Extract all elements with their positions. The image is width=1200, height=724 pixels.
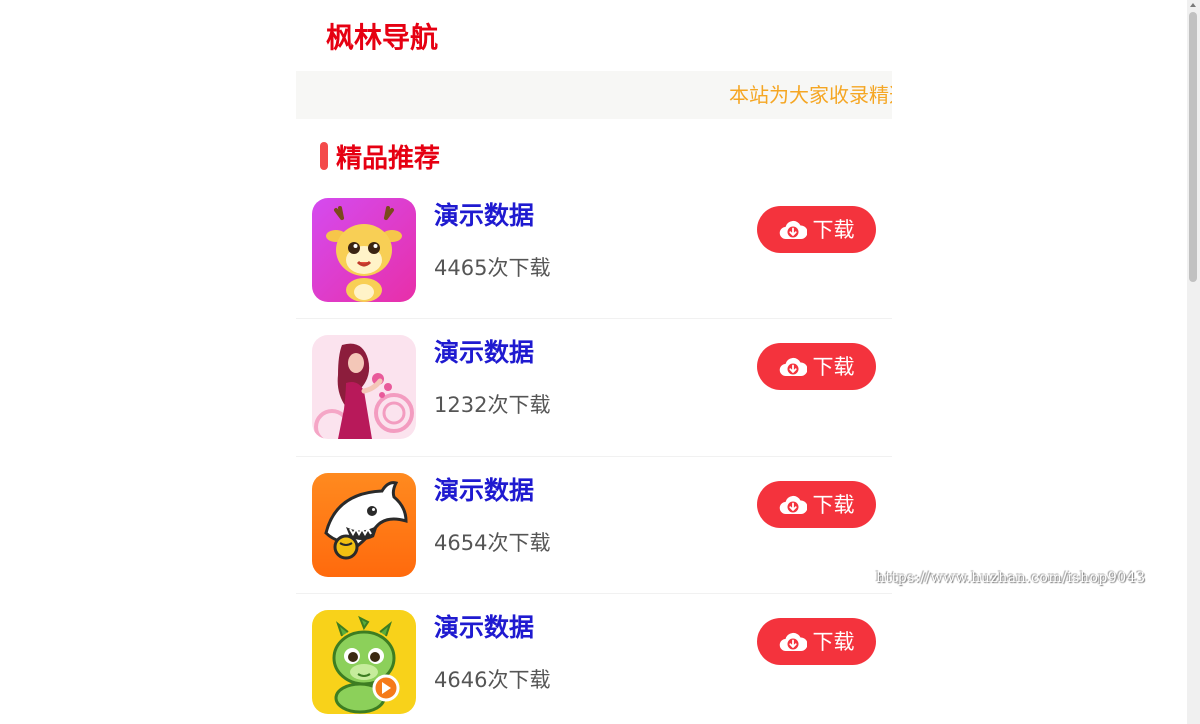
section-accent-bar [320,142,328,170]
download-button-label: 下载 [812,492,855,517]
download-button[interactable]: 下载 [757,206,876,253]
app-list-item[interactable]: 演示数据 4646次下载 下载 [296,610,892,724]
list-divider [296,593,892,594]
app-list-item[interactable]: 演示数据 1232次下载 下载 [296,335,892,455]
vertical-scrollbar[interactable] [1187,0,1200,724]
deer-cartoon-icon[interactable] [312,198,416,302]
woman-illustration-icon[interactable] [312,335,416,439]
page: 枫林导航 本站为大家收录精选 精品推荐 演示数据 4465次下载 下载 演示数据… [0,0,1200,724]
watermark-text: https://www.huzhan.com/ishop9043 [876,570,1146,586]
cloud-download-icon [779,357,807,376]
list-divider [296,456,892,457]
app-download-count: 4654次下载 [434,531,551,555]
download-button[interactable]: 下载 [757,618,876,665]
section-header: 精品推荐 [320,138,440,174]
download-button-label: 下载 [812,354,855,379]
download-button-label: 下载 [812,629,855,654]
download-button[interactable]: 下载 [757,343,876,390]
app-name[interactable]: 演示数据 [434,200,534,232]
scroll-up-arrow-icon[interactable] [1190,3,1196,7]
app-list-item[interactable]: 演示数据 4465次下载 下载 [296,198,892,318]
app-download-count: 1232次下载 [434,393,551,417]
notice-marquee-text: 本站为大家收录精选 [729,83,892,107]
app-download-count: 4465次下载 [434,256,551,280]
cloud-download-icon [779,632,807,651]
notice-bar: 本站为大家收录精选 [296,71,892,119]
list-divider [296,318,892,319]
download-button[interactable]: 下载 [757,481,876,528]
cloud-download-icon [779,220,807,239]
dragon-cartoon-icon[interactable] [312,610,416,714]
scrollbar-thumb[interactable] [1189,12,1197,282]
download-button-label: 下载 [812,217,855,242]
section-title: 精品推荐 [336,143,441,174]
app-download-count: 4646次下载 [434,668,551,692]
cloud-download-icon [779,495,807,514]
site-title[interactable]: 枫林导航 [326,18,438,58]
app-name[interactable]: 演示数据 [434,337,534,369]
app-name[interactable]: 演示数据 [434,475,534,507]
app-list-item[interactable]: 演示数据 4654次下载 下载 [296,473,892,593]
shark-cartoon-icon[interactable] [312,473,416,577]
app-name[interactable]: 演示数据 [434,612,534,644]
